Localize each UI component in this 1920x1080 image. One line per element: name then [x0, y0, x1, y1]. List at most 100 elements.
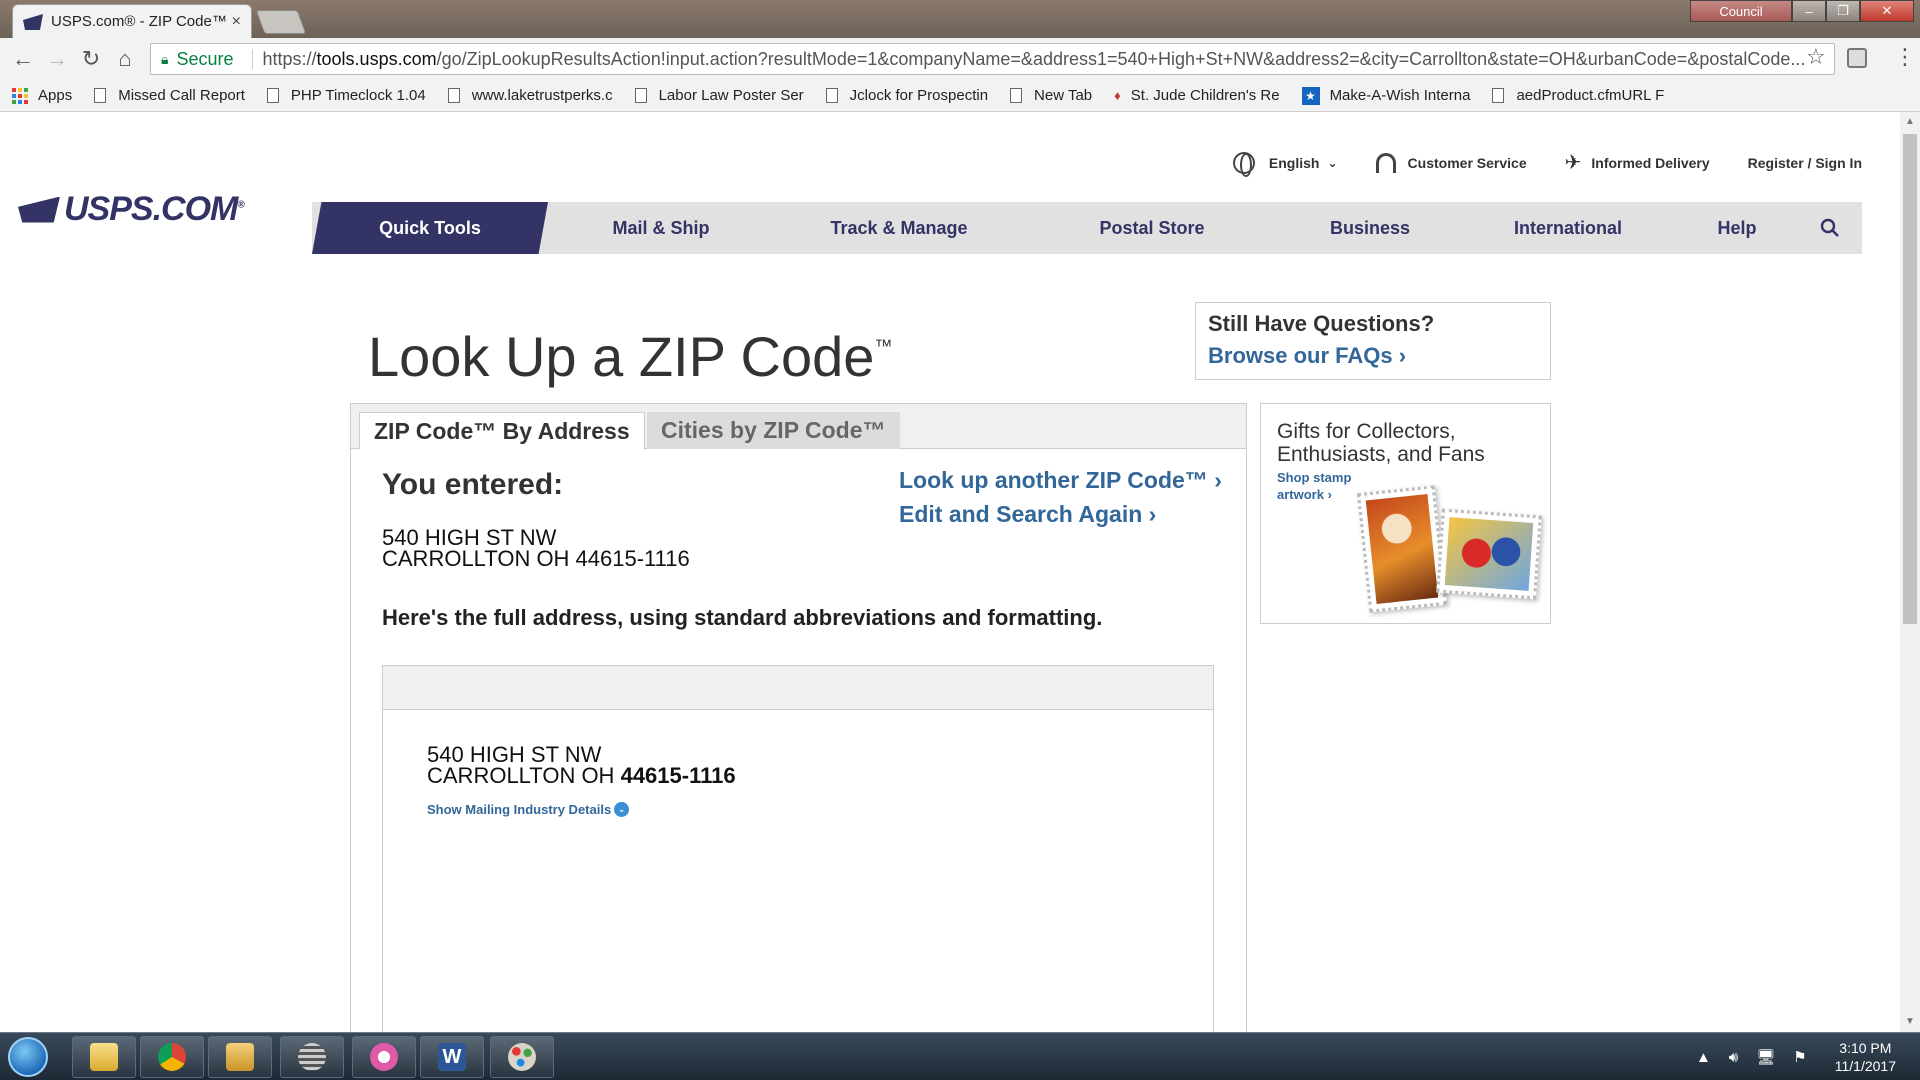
browser-menu-icon[interactable]: ⋮ [1894, 44, 1916, 70]
network-status-icon[interactable]: 🖥︎ [1756, 1048, 1775, 1066]
bookmark-item[interactable]: Jclock for Prospectin [825, 87, 988, 104]
file-explorer-icon[interactable] [72, 1036, 136, 1078]
page-icon [1492, 88, 1505, 103]
bookmark-item[interactable]: aedProduct.cfmURL F [1492, 87, 1664, 104]
scroll-up-icon: ▲ [1905, 116, 1915, 127]
bookmark-item[interactable]: ♦ St. Jude Children's Re [1114, 87, 1279, 104]
promo-title: Gifts for Collectors, Enthusiasts, and F… [1277, 420, 1485, 466]
lock-icon: 🔒︎ [161, 50, 169, 67]
you-entered-heading: You entered: [382, 468, 564, 501]
nav-quick-tools[interactable]: Quick Tools [312, 202, 548, 254]
browser-tab[interactable]: USPS.com® - ZIP Code™ × [12, 4, 252, 38]
window-profile-button[interactable]: Council [1690, 0, 1792, 22]
maximize-icon[interactable]: ❐ [1826, 0, 1860, 22]
reload-icon[interactable]: ↻ [74, 42, 108, 76]
browser-toolbar: ← → ↻ ⌂ 🔒︎ Secure https://tools.usps.com… [0, 38, 1920, 80]
edit-search-again-link[interactable]: Edit and Search Again › [899, 497, 1222, 531]
faq-box: Still Have Questions? Browse our FAQs › [1195, 302, 1551, 380]
word-icon[interactable]: W [420, 1036, 484, 1078]
paint-icon[interactable] [490, 1036, 554, 1078]
chevron-down-icon: ⌄ [1327, 155, 1338, 170]
page-icon [634, 88, 647, 103]
action-links: Look up another ZIP Code™ › Edit and Sea… [899, 463, 1222, 531]
lookup-panel: ZIP Code™ By Address Cities by ZIP Code™… [350, 403, 1247, 1032]
look-up-another-link[interactable]: Look up another ZIP Code™ › [899, 463, 1222, 497]
bookmarks-bar: Apps Missed Call Report PHP Timeclock 1.… [0, 80, 1920, 112]
back-icon[interactable]: ← [6, 42, 40, 76]
stamp-promo[interactable]: Gifts for Collectors, Enthusiasts, and F… [1260, 403, 1551, 624]
browser-titlebar: USPS.com® - ZIP Code™ × Council – ❐ ✕ [0, 0, 1920, 38]
nav-postal-store[interactable]: Postal Store [1024, 202, 1280, 254]
nav-help[interactable]: Help [1676, 202, 1798, 254]
result-zip: 44615-1116 [620, 763, 736, 788]
web-page: English ⌄ Customer Service ✈ Informed De… [0, 112, 1900, 1032]
bookmark-item[interactable]: ★ Make-A-Wish Interna [1301, 86, 1470, 105]
minimize-icon[interactable]: – [1792, 0, 1826, 22]
eagle-icon [18, 196, 60, 223]
stjude-icon: ♦ [1114, 88, 1121, 103]
page-title: Look Up a ZIP Code™ [368, 325, 893, 388]
page-scrollbar[interactable]: ▲ ▼ [1900, 112, 1920, 1032]
lookup-tabs: ZIP Code™ By Address Cities by ZIP Code™ [351, 403, 1246, 450]
browse-faqs-link[interactable]: Browse our FAQs › [1208, 343, 1538, 369]
new-tab-button[interactable] [255, 10, 307, 34]
nav-international[interactable]: International [1460, 202, 1676, 254]
stamp-image [1356, 485, 1448, 613]
start-button[interactable] [8, 1037, 48, 1077]
page-icon [447, 88, 460, 103]
folder-users-icon[interactable] [208, 1036, 272, 1078]
page-icon [266, 88, 279, 103]
tab-cities-by-zip[interactable]: Cities by ZIP Code™ [647, 412, 900, 449]
result-card: 540 HIGH ST NW CARROLLTON OH 44615-1116 … [382, 665, 1214, 1032]
bookmark-item[interactable]: PHP Timeclock 1.04 [266, 87, 426, 104]
stamp-image [1436, 508, 1542, 600]
system-tray: ▲ 🔊︎ 🖥︎ ⚑ 3:10 PM 11/1/2017 [1696, 1039, 1896, 1075]
bookmark-item[interactable]: New Tab [1010, 87, 1092, 104]
usps-favicon-icon [23, 13, 43, 30]
nav-business[interactable]: Business [1280, 202, 1460, 254]
search-icon[interactable] [1798, 202, 1862, 254]
scroll-thumb[interactable] [1903, 134, 1917, 624]
register-sign-in-link[interactable]: Register / Sign In [1748, 155, 1862, 171]
extension-icon[interactable] [1847, 48, 1867, 68]
globe-icon [1232, 151, 1255, 177]
utility-nav: English ⌄ Customer Service ✈ Informed De… [1195, 150, 1862, 177]
tab-zip-by-address[interactable]: ZIP Code™ By Address [359, 412, 645, 450]
action-center-flag-icon[interactable]: ⚑ [1793, 1048, 1806, 1066]
itunes-icon[interactable] [352, 1036, 416, 1078]
page-icon [1010, 88, 1023, 103]
show-mailing-details-link[interactable]: Show Mailing Industry Details ⌄ [427, 802, 630, 817]
network-icon[interactable] [280, 1036, 344, 1078]
usps-logo[interactable]: USPS.COM® [18, 190, 245, 229]
show-hidden-icons[interactable]: ▲ [1696, 1049, 1711, 1066]
apps-grid-icon [12, 87, 28, 104]
nav-mail-ship[interactable]: Mail & Ship [548, 202, 774, 254]
chevron-down-icon: ⌄ [614, 802, 630, 817]
close-window-icon[interactable]: ✕ [1860, 0, 1914, 22]
result-explanation: Here's the full address, using standard … [382, 605, 1103, 630]
tab-title: USPS.com® - ZIP Code™ [51, 13, 226, 30]
url-text: https://tools.usps.com/go/ZipLookupResul… [262, 48, 1806, 69]
faq-question: Still Have Questions? [1208, 311, 1435, 336]
language-selector[interactable]: English ⌄ [1232, 151, 1338, 177]
main-nav: Quick Tools Mail & Ship Track & Manage P… [312, 202, 1862, 254]
bookmark-item[interactable]: Missed Call Report [94, 87, 245, 104]
clock[interactable]: 3:10 PM 11/1/2017 [1835, 1039, 1896, 1075]
informed-delivery-link[interactable]: ✈ Informed Delivery [1565, 150, 1710, 175]
chrome-icon[interactable] [140, 1036, 204, 1078]
delivery-icon: ✈ [1564, 152, 1582, 174]
result-card-header [383, 666, 1213, 710]
customer-service-link[interactable]: Customer Service [1375, 152, 1527, 173]
bookmark-item[interactable]: Labor Law Poster Ser [634, 87, 804, 104]
bookmark-apps[interactable]: Apps [12, 87, 72, 104]
forward-icon[interactable]: → [40, 42, 74, 76]
bookmark-star-icon[interactable]: ☆ [1806, 44, 1826, 70]
bookmark-item[interactable]: www.laketrustperks.c [447, 87, 613, 104]
nav-track-manage[interactable]: Track & Manage [774, 202, 1024, 254]
secure-label: Secure [176, 48, 234, 69]
tab-close-icon[interactable]: × [232, 13, 241, 31]
volume-icon[interactable]: 🔊︎ [1729, 1049, 1738, 1066]
address-bar[interactable]: 🔒︎ Secure https://tools.usps.com/go/ZipL… [150, 43, 1835, 75]
home-icon[interactable]: ⌂ [108, 42, 142, 76]
window-controls: Council – ❐ ✕ [1690, 0, 1914, 22]
